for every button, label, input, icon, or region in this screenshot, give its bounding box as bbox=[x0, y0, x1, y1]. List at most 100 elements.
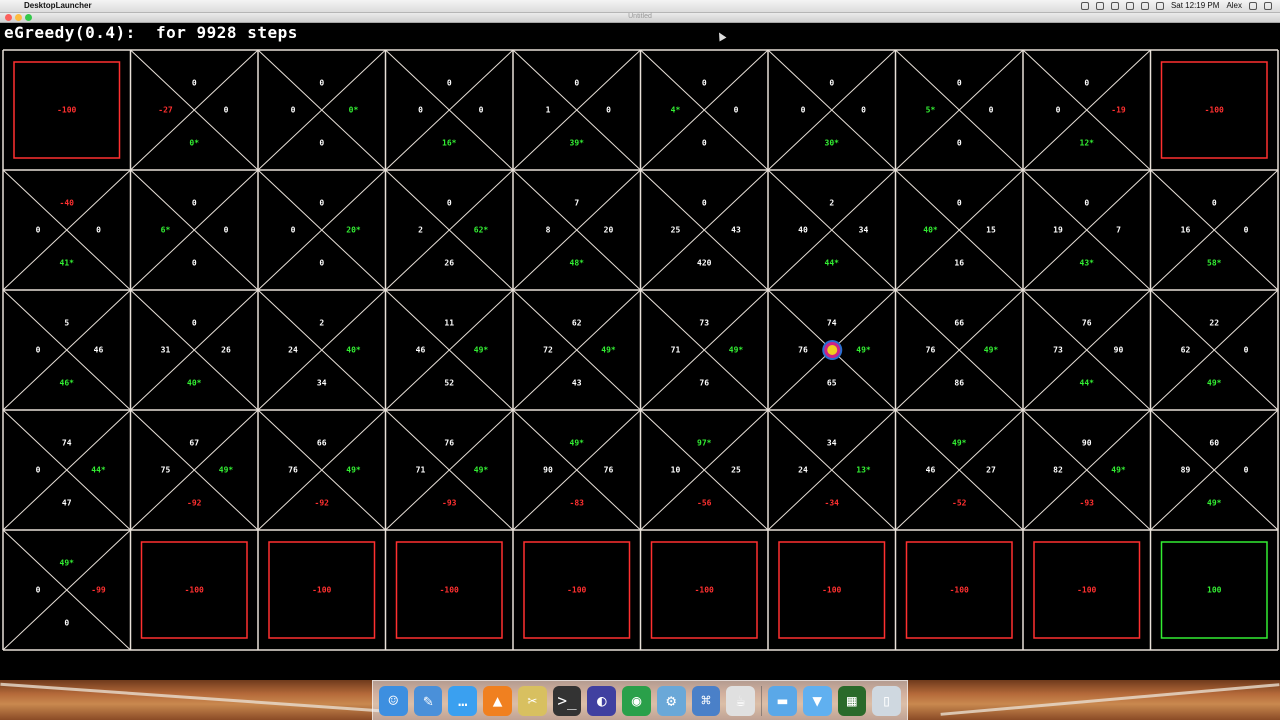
q-value-west: 90 bbox=[543, 466, 553, 475]
battery-icon[interactable] bbox=[1155, 1, 1164, 10]
wifi-icon[interactable] bbox=[1125, 1, 1134, 10]
q-value-south: 76 bbox=[699, 379, 709, 388]
scripteditor-icon[interactable]: ✂ bbox=[517, 685, 547, 716]
q-value-south: -93 bbox=[442, 499, 457, 508]
q-value-west: 82 bbox=[1053, 466, 1063, 475]
notification-center-icon[interactable] bbox=[1264, 1, 1272, 10]
q-value-south: 43 bbox=[572, 379, 582, 388]
q-value-east: 26 bbox=[221, 346, 231, 355]
java-icon[interactable]: ☕ bbox=[726, 685, 756, 716]
q-value-south: -93 bbox=[1080, 499, 1095, 508]
q-value-north: 0 bbox=[192, 199, 197, 208]
q-value-east: 0* bbox=[349, 106, 359, 115]
network-icon[interactable]: ⚙ bbox=[656, 685, 686, 716]
q-value-west: 62 bbox=[1181, 346, 1191, 355]
q-value-east: 43 bbox=[731, 226, 741, 235]
bluetooth-icon[interactable] bbox=[1110, 1, 1119, 10]
volume-icon[interactable] bbox=[1140, 1, 1149, 10]
finder-icon[interactable]: ☺ bbox=[379, 685, 408, 716]
downloads-icon[interactable]: ▼ bbox=[802, 685, 832, 716]
status-text: eGreedy(0.4): for 9928 steps bbox=[4, 23, 298, 42]
messages-icon[interactable]: … bbox=[448, 685, 478, 716]
q-value-north: 0 bbox=[702, 79, 707, 88]
q-value-west: 10 bbox=[671, 466, 681, 475]
q-value-north: 0 bbox=[192, 79, 197, 88]
q-value-south: 0 bbox=[957, 139, 962, 148]
q-value-south: 40* bbox=[187, 379, 202, 388]
q-value-east: 27 bbox=[986, 466, 996, 475]
q-value-east: -19 bbox=[1111, 106, 1126, 115]
q-value-west: 16 bbox=[1181, 226, 1191, 235]
q-value-north: 0 bbox=[957, 199, 962, 208]
q-value-east: 49* bbox=[346, 466, 361, 475]
q-value-west: 89 bbox=[1181, 466, 1191, 475]
gridworld-grid: -1000-27 00*00 0*000 016*01 039*04* 0000 030*0… bbox=[2, 49, 1279, 651]
dropbox-icon[interactable] bbox=[1080, 1, 1089, 10]
q-value-south: 49* bbox=[1207, 499, 1222, 508]
grid-app-icon[interactable]: ▦ bbox=[837, 685, 867, 716]
q-value-west: 0 bbox=[36, 586, 41, 595]
q-value-west: 0 bbox=[36, 466, 41, 475]
q-value-north: 73 bbox=[699, 319, 709, 328]
terminal-icon[interactable]: >_ bbox=[552, 685, 582, 716]
dock-separator bbox=[761, 685, 763, 716]
gridworld-canvas[interactable]: -100 0 -27 0 0* 0 0 0* 0 0 0 0 16* 0 1 0 39* 0 4* 0 0 0 0 0 30* 0… bbox=[0, 23, 1280, 680]
q-value-east: 7 bbox=[1116, 226, 1121, 235]
q-value-east: 0 bbox=[1244, 226, 1249, 235]
eclipse-icon[interactable]: ◐ bbox=[587, 685, 617, 716]
q-value-north: 11 bbox=[444, 319, 454, 328]
terminal-reward-value: -100 bbox=[822, 586, 841, 595]
user-name[interactable]: Alex bbox=[1226, 1, 1242, 10]
q-value-north: 67 bbox=[189, 439, 199, 448]
q-value-east: 40* bbox=[346, 346, 361, 355]
q-value-east: 0 bbox=[96, 226, 101, 235]
q-value-north: 74 bbox=[827, 319, 837, 328]
terminal-reward-value: -100 bbox=[185, 586, 204, 595]
vlc-icon[interactable]: ▲ bbox=[483, 685, 512, 716]
q-value-east: 0 bbox=[861, 106, 866, 115]
q-value-east: 49* bbox=[219, 466, 234, 475]
xcode-icon[interactable]: ⌘ bbox=[691, 685, 721, 716]
q-value-east: 0 bbox=[224, 106, 229, 115]
q-value-south: -92 bbox=[315, 499, 330, 508]
q-value-west: 0 bbox=[418, 106, 423, 115]
q-value-west: 71 bbox=[671, 346, 681, 355]
q-value-east: 25 bbox=[731, 466, 741, 475]
q-value-east: 44* bbox=[91, 466, 106, 475]
q-value-south: 39* bbox=[570, 139, 585, 148]
q-value-east: 49* bbox=[474, 346, 489, 355]
q-value-west: -27 bbox=[158, 106, 173, 115]
spotlight-icon[interactable] bbox=[1249, 1, 1257, 10]
desktop-road-line bbox=[0, 682, 380, 713]
preview-icon[interactable]: ✎ bbox=[413, 685, 443, 716]
terminal-reward-value: -100 bbox=[440, 586, 459, 595]
folder-icon[interactable]: ▬ bbox=[768, 685, 797, 716]
terminal-reward-value: -100 bbox=[695, 586, 714, 595]
app-name-menu[interactable]: DesktopLauncher bbox=[24, 1, 92, 10]
trash-icon[interactable]: ▯ bbox=[872, 685, 901, 716]
q-value-south: 44* bbox=[1080, 379, 1095, 388]
q-value-west: 24 bbox=[288, 346, 298, 355]
q-value-east: 0 bbox=[734, 106, 739, 115]
q-value-east: 49* bbox=[856, 346, 871, 355]
q-value-west: 5* bbox=[926, 106, 936, 115]
chrome-icon[interactable]: ◉ bbox=[622, 685, 651, 716]
clock[interactable]: Sat 12:19 PM bbox=[1171, 1, 1219, 10]
q-value-east: 0 bbox=[1244, 466, 1249, 475]
q-value-west: 76 bbox=[926, 346, 936, 355]
q-value-south: 0* bbox=[189, 139, 199, 148]
notification-icon[interactable] bbox=[1095, 1, 1104, 10]
q-value-north: 0 bbox=[829, 79, 834, 88]
q-value-west: 19 bbox=[1053, 226, 1063, 235]
q-value-south: -34 bbox=[825, 499, 840, 508]
q-value-north: 90 bbox=[1082, 439, 1092, 448]
dock: ☺ ✎… ▲ ✂ >_ ◐ ◉ ⚙ ⌘ ☕ ▬ ▼ ▦ ▯ bbox=[372, 680, 908, 720]
q-value-north: 2 bbox=[319, 319, 324, 328]
q-value-north: 76 bbox=[1082, 319, 1092, 328]
q-value-east: 49* bbox=[601, 346, 616, 355]
q-value-west: 0 bbox=[36, 346, 41, 355]
q-value-north: 0 bbox=[1084, 199, 1089, 208]
q-value-north: 34 bbox=[827, 439, 837, 448]
window-title: Untitled bbox=[628, 13, 652, 20]
q-value-east: 20* bbox=[346, 226, 361, 235]
